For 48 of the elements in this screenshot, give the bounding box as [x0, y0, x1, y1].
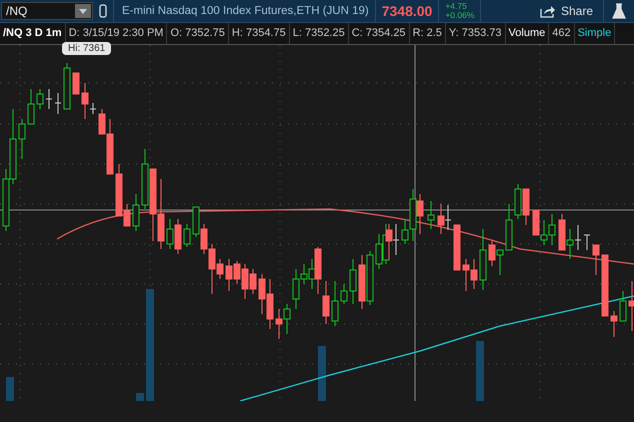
candlestick: [184, 224, 190, 248]
volume-bar: [136, 393, 144, 401]
ohlc-reading: R: 2.5: [410, 23, 446, 44]
candlestick: [620, 290, 626, 322]
candlestick: [54, 92, 62, 114]
flask-icon[interactable]: [612, 3, 626, 19]
candlestick: [628, 280, 634, 332]
candlestick: [36, 88, 44, 110]
candlestick: [46, 88, 52, 110]
instrument-description: E-mini Nasdaq 100 Index Futures,ETH (JUN 19): [121, 5, 370, 17]
share-button[interactable]: Share: [530, 0, 603, 22]
candlestick: [72, 72, 80, 94]
last-price: 7348.00: [380, 3, 434, 19]
ohlc-reading: O: 7352.75: [167, 23, 229, 44]
symbol-field[interactable]: /NQ: [1, 2, 93, 20]
candlestick: [340, 284, 348, 304]
candlestick: [480, 228, 486, 290]
caret-icon: [79, 8, 87, 14]
candlestick: [332, 280, 338, 326]
candlestick: [584, 234, 590, 250]
volume-label: Volume: [506, 23, 550, 44]
candlestick: [592, 244, 600, 276]
candlestick: [350, 258, 356, 304]
study-label[interactable]: Simple: [574, 23, 616, 44]
candlestick: [506, 204, 512, 250]
volume-bar: [6, 377, 14, 401]
ohlc-reading: Y: 7353.73: [446, 23, 506, 44]
dropdown-button[interactable]: [75, 4, 91, 18]
candlestick: [610, 310, 618, 338]
volume-bar: [318, 346, 326, 401]
price-change: +4.75: [445, 2, 468, 11]
ohlc-reading: L: 7352.25: [290, 23, 349, 44]
candlestick: [28, 88, 34, 124]
share-icon: [540, 4, 556, 18]
percent-change: +0.06%: [445, 11, 474, 20]
candlestick: [64, 62, 70, 110]
symbol-value: /NQ: [5, 4, 28, 18]
link-icon[interactable]: [99, 4, 107, 18]
candlestick: [18, 118, 26, 160]
ohlc-reading: C: 7354.25: [348, 23, 410, 44]
high-marker: Hi: 7361: [62, 42, 112, 55]
candlestick: [428, 200, 434, 230]
candlestick: [602, 254, 608, 316]
candlestick: [132, 194, 140, 232]
volume-bar: [476, 341, 484, 401]
volume-value: 462: [549, 23, 575, 44]
ohlc-reading: H: 7354.75: [228, 23, 290, 44]
candlestick: [454, 224, 460, 270]
